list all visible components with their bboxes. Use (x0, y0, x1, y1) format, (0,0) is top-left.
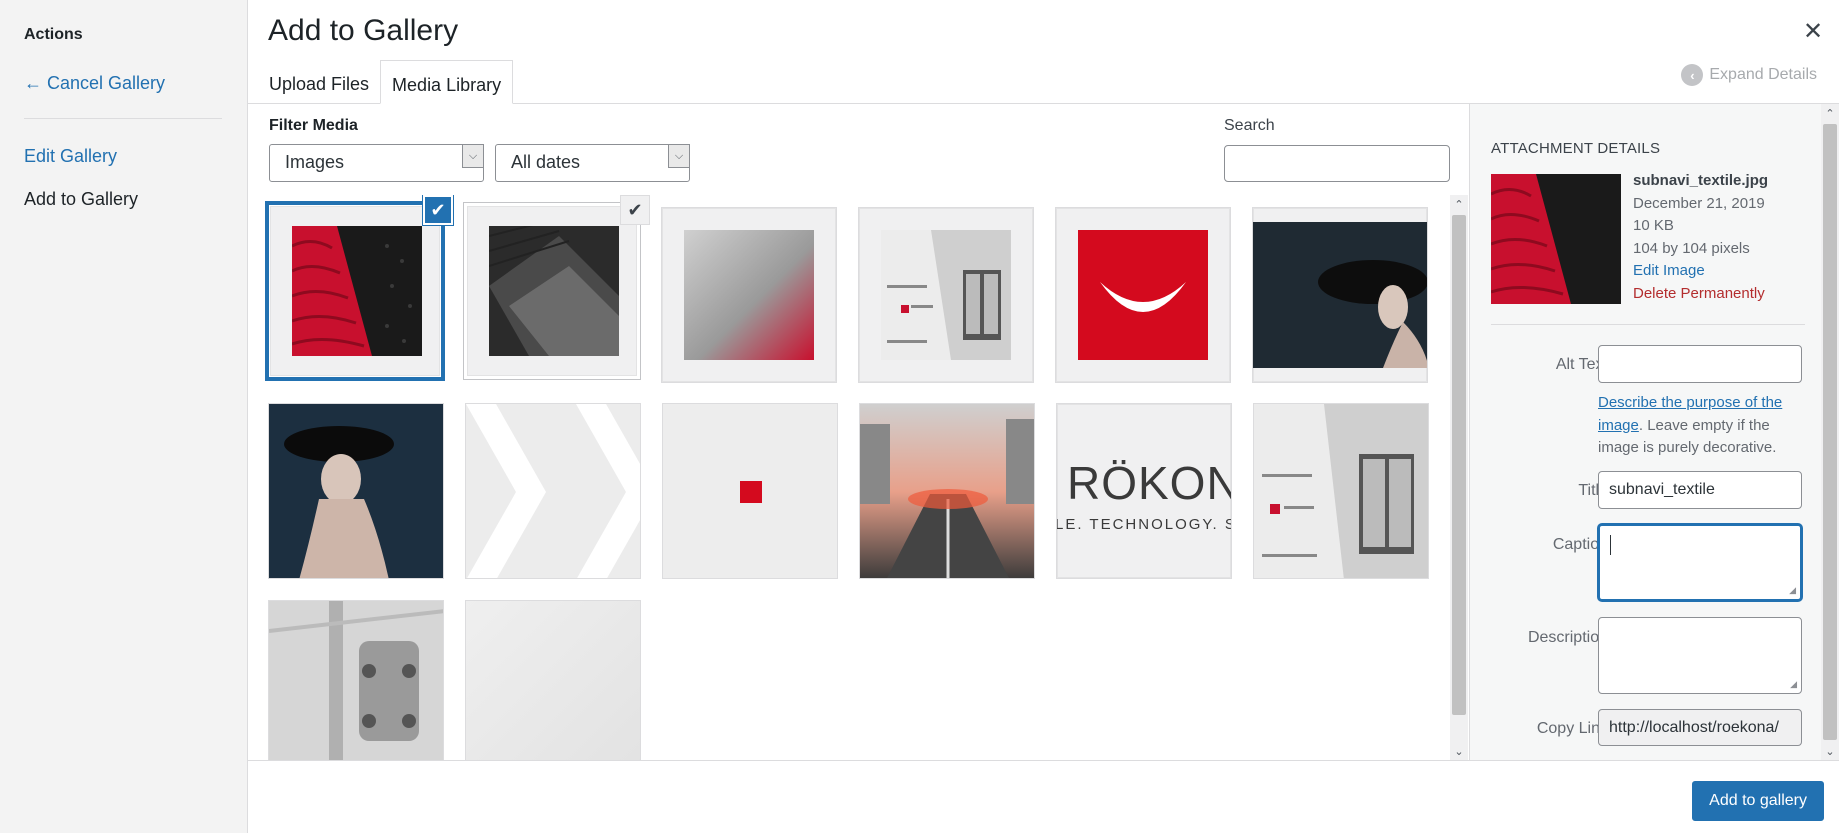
sidebar-scrollbar[interactable]: ⌃ ⌄ (1821, 104, 1839, 760)
attachment-building-2[interactable] (1253, 403, 1429, 579)
close-icon[interactable]: ✕ (1801, 20, 1825, 44)
scroll-up-icon[interactable]: ⌃ (1450, 195, 1468, 213)
search-input[interactable] (1224, 145, 1450, 182)
scrollbar-thumb[interactable] (1823, 124, 1837, 740)
expand-details-button[interactable]: ‹ Expand Details (1681, 64, 1817, 86)
search-label: Search (1224, 117, 1275, 134)
frame-title: Add to Gallery (268, 14, 459, 47)
resize-handle-icon[interactable]: ◢ (1789, 585, 1796, 596)
chevron-down-icon: ⌵ (668, 144, 690, 168)
attachment-details-sidebar: ATTACHMENT DETAILS subnavi_textile.jpg D… (1469, 104, 1839, 760)
attachment-dark-tech[interactable] (463, 202, 641, 380)
attachment-preview (1491, 174, 1621, 304)
filter-media-label: Filter Media (269, 117, 358, 134)
copy-link-field[interactable]: http://localhost/roekona/ (1598, 709, 1802, 746)
tab-media-library[interactable]: Media Library (380, 60, 514, 104)
media-menu: Actions ← Cancel Gallery Edit Gallery Ad… (0, 0, 248, 833)
attachment-image (269, 601, 443, 760)
attachment-red-smile[interactable] (1055, 207, 1231, 383)
scrollbar-thumb[interactable] (1452, 215, 1466, 715)
text-cursor (1610, 535, 1611, 555)
menu-item-edit-gallery[interactable]: Edit Gallery (24, 146, 117, 167)
attachment-image (489, 226, 619, 356)
attachment-machine-part[interactable] (268, 600, 444, 760)
attachment-image (663, 404, 837, 578)
attachment-image (684, 230, 814, 360)
check-icon[interactable]: ✔ (620, 195, 650, 225)
attachment-rokona-logo[interactable]: RÖKON LE. TECHNOLOGY. SOLU (1056, 403, 1232, 579)
attachment-city-traffic[interactable] (859, 403, 1035, 579)
grid-scrollbar[interactable]: ⌃ ⌄ (1450, 195, 1468, 760)
edit-image-link[interactable]: Edit Image (1633, 260, 1768, 283)
attachment-white-chevron[interactable] (465, 403, 641, 579)
attachment-light-gray[interactable] (465, 600, 641, 760)
alt-text-help: Describe the purpose of the image. Leave… (1598, 392, 1802, 460)
logo-text: RÖKON (1067, 457, 1232, 509)
cancel-gallery-link[interactable]: ← Cancel Gallery (24, 73, 165, 94)
attachment-red-blur[interactable] (661, 207, 837, 383)
attachment-date: December 21, 2019 (1633, 194, 1765, 212)
attachment-image (466, 404, 640, 578)
attachment-image (881, 230, 1011, 360)
attachment-details-heading: ATTACHMENT DETAILS (1491, 140, 1661, 157)
menu-separator (24, 118, 222, 119)
attachment-subnavi-textile[interactable] (265, 201, 445, 381)
check-icon[interactable]: ✔ (423, 195, 453, 225)
attachments-grid: ✔ ✔ RÖKON LE. TECHNOLOGY. (258, 195, 1450, 760)
attachment-image (269, 404, 443, 578)
details-divider (1491, 324, 1805, 325)
attachment-fashion-dark[interactable] (1252, 207, 1428, 383)
attachment-info: subnavi_textile.jpg December 21, 2019 10… (1633, 170, 1768, 305)
attachment-image (466, 601, 640, 760)
router-tabs: Upload Files Media Library (258, 60, 514, 104)
attachment-filename: subnavi_textile.jpg (1633, 172, 1769, 189)
attachment-image (1253, 222, 1427, 368)
media-toolbar-footer: Add to gallery (248, 760, 1839, 833)
attachment-fashion-hat[interactable] (268, 403, 444, 579)
date-filter-select[interactable]: All dates ⌵ (495, 144, 690, 182)
media-type-select[interactable]: Images ⌵ (269, 144, 484, 182)
attachment-red-square[interactable] (662, 403, 838, 579)
scroll-down-icon[interactable]: ⌄ (1821, 742, 1839, 760)
attachment-image (1254, 404, 1428, 578)
delete-permanently-link[interactable]: Delete Permanently (1633, 283, 1768, 306)
alt-text-field[interactable] (1598, 345, 1802, 383)
chevron-down-icon: ⌵ (462, 144, 484, 168)
attachment-image (1078, 230, 1208, 360)
title-field[interactable]: subnavi_textile (1598, 471, 1802, 509)
media-type-value: Images (285, 152, 345, 172)
attachment-image (860, 404, 1034, 578)
caption-field[interactable]: ◢ (1598, 524, 1802, 601)
date-filter-value: All dates (511, 152, 581, 172)
expand-details-label: Expand Details (1709, 66, 1817, 83)
tab-upload-files[interactable]: Upload Files (258, 60, 380, 104)
scroll-down-icon[interactable]: ⌄ (1450, 742, 1468, 760)
description-field[interactable]: ◢ (1598, 617, 1802, 694)
menu-item-add-to-gallery[interactable]: Add to Gallery (24, 189, 138, 210)
attachment-filesize: 10 KB (1633, 217, 1674, 234)
resize-handle-icon[interactable]: ◢ (1790, 679, 1797, 690)
logo-tagline: LE. TECHNOLOGY. SOLU (1056, 516, 1231, 533)
attachment-building[interactable] (858, 207, 1034, 383)
attachment-image (292, 226, 422, 356)
description-label: Description (1527, 629, 1608, 646)
chevron-left-icon: ‹ (1681, 64, 1704, 86)
menu-heading: Actions (24, 26, 83, 43)
add-to-gallery-button[interactable]: Add to gallery (1692, 781, 1824, 821)
scroll-up-icon[interactable]: ⌃ (1821, 104, 1839, 122)
attachment-dimensions: 104 by 104 pixels (1633, 239, 1750, 257)
